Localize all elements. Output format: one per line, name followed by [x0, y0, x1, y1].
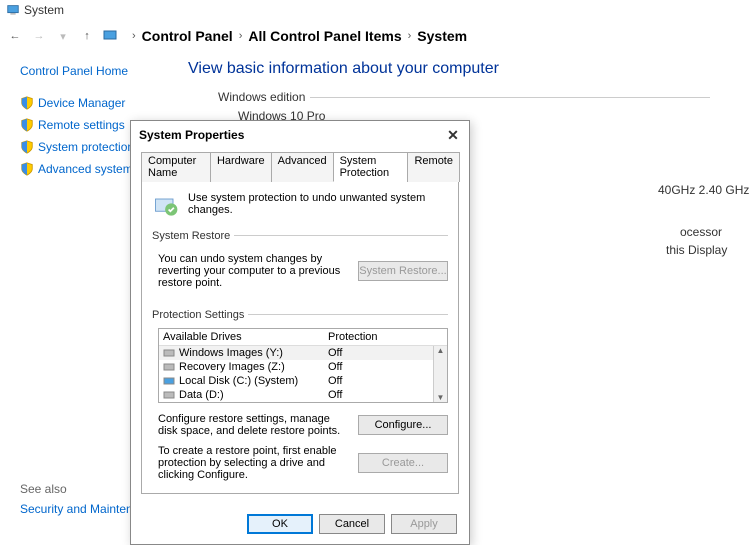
- hdd-icon: [163, 375, 175, 387]
- navbar: ← → ▾ ↑ › Control Panel › All Control Pa…: [0, 20, 750, 52]
- drive-row[interactable]: Windows Images (Y:)Off: [159, 346, 433, 360]
- breadcrumb-item[interactable]: System: [417, 28, 467, 44]
- drive-name: Windows Images (Y:): [179, 347, 328, 359]
- system-restore-button[interactable]: System Restore...: [358, 261, 448, 281]
- dialog-title: System Properties: [139, 128, 244, 142]
- drive-status: Off: [328, 375, 429, 387]
- drive-name: Data (D:): [179, 389, 328, 401]
- drive-status: Off: [328, 389, 429, 401]
- create-description: To create a restore point, first enable …: [158, 445, 350, 481]
- configure-description: Configure restore settings, manage disk …: [158, 413, 350, 437]
- configure-button[interactable]: Configure...: [358, 415, 448, 435]
- chevron-right-icon: ›: [132, 30, 136, 42]
- page-heading: View basic information about your comput…: [188, 60, 750, 78]
- control-panel-icon: [102, 28, 118, 44]
- chevron-right-icon: ›: [408, 30, 412, 42]
- drive-row[interactable]: Recovery Images (Z:)Off: [159, 360, 433, 374]
- drive-status: Off: [328, 361, 429, 373]
- sidebar-link-device-manager[interactable]: Device Manager: [20, 92, 180, 114]
- scrollbar[interactable]: ▲▼: [433, 346, 447, 402]
- breadcrumb: › Control Panel › All Control Panel Item…: [132, 28, 467, 44]
- drive-row[interactable]: Local Disk (C:) (System)Off: [159, 374, 433, 388]
- protection-icon: [152, 192, 180, 220]
- close-button[interactable]: ✕: [445, 127, 461, 143]
- protection-settings-label: Protection Settings: [152, 309, 248, 321]
- breadcrumb-item[interactable]: All Control Panel Items: [248, 28, 401, 44]
- back-button[interactable]: ←: [6, 27, 24, 45]
- scroll-down-icon[interactable]: ▼: [437, 393, 445, 402]
- drive-list-col-protection: Protection: [324, 329, 433, 345]
- scroll-up-icon[interactable]: ▲: [437, 346, 445, 355]
- system-properties-dialog: System Properties ✕ Computer Name Hardwa…: [130, 120, 470, 545]
- tab-computer-name[interactable]: Computer Name: [141, 152, 211, 182]
- create-button[interactable]: Create...: [358, 453, 448, 473]
- tab-hardware[interactable]: Hardware: [210, 152, 272, 182]
- window-titlebar: System: [0, 0, 750, 20]
- drive-list[interactable]: Available Drives Protection Windows Imag…: [158, 328, 448, 403]
- shield-icon: [20, 96, 34, 110]
- breadcrumb-item[interactable]: Control Panel: [142, 28, 233, 44]
- drive-row[interactable]: Data (D:)Off: [159, 388, 433, 402]
- dialog-tabs: Computer Name Hardware Advanced System P…: [141, 151, 459, 182]
- hdd-icon: [163, 389, 175, 401]
- spec-processor: ocessor: [680, 225, 750, 239]
- spec-cpu: 40GHz 2.40 GHz: [658, 183, 750, 197]
- hdd-icon: [163, 347, 175, 359]
- protection-info-text: Use system protection to undo unwanted s…: [188, 192, 448, 216]
- drive-list-col-drives: Available Drives: [159, 329, 324, 345]
- control-panel-home-link[interactable]: Control Panel Home: [20, 60, 180, 82]
- shield-icon: [20, 118, 34, 132]
- recent-dropdown[interactable]: ▾: [54, 27, 72, 45]
- edition-group-label: Windows edition: [218, 90, 750, 104]
- chevron-right-icon: ›: [239, 30, 243, 42]
- apply-button[interactable]: Apply: [391, 514, 457, 534]
- shield-icon: [20, 162, 34, 176]
- window-title: System: [24, 3, 64, 17]
- tab-system-protection[interactable]: System Protection: [333, 152, 409, 182]
- tab-advanced[interactable]: Advanced: [271, 152, 334, 182]
- cancel-button[interactable]: Cancel: [319, 514, 385, 534]
- drive-status: Off: [328, 347, 429, 359]
- forward-button[interactable]: →: [30, 27, 48, 45]
- ok-button[interactable]: OK: [247, 514, 313, 534]
- restore-description: You can undo system changes by reverting…: [158, 253, 350, 289]
- shield-icon: [20, 140, 34, 154]
- drive-name: Recovery Images (Z:): [179, 361, 328, 373]
- hdd-icon: [163, 361, 175, 373]
- up-button[interactable]: ↑: [78, 27, 96, 45]
- spec-display: this Display: [666, 243, 750, 257]
- drive-name: Local Disk (C:) (System): [179, 375, 328, 387]
- tab-remote[interactable]: Remote: [407, 152, 460, 182]
- system-icon: [6, 3, 20, 17]
- system-restore-label: System Restore: [152, 230, 234, 242]
